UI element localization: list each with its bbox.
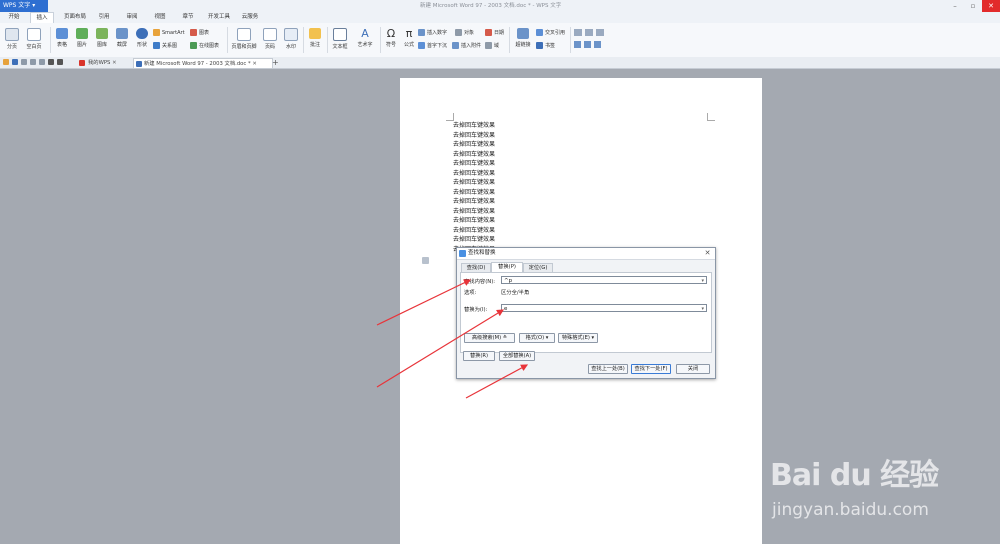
arrow-to-replace-input — [376, 309, 505, 388]
baidu-jingyan-watermark: Bai du 经验 jingyan.baidu.com — [770, 450, 970, 530]
watermark-url: jingyan.baidu.com — [772, 500, 929, 520]
arrow-to-replace-all-button — [465, 364, 529, 399]
arrow-to-find-input — [376, 279, 472, 326]
watermark-logo: Bai du 经验 — [770, 458, 939, 493]
